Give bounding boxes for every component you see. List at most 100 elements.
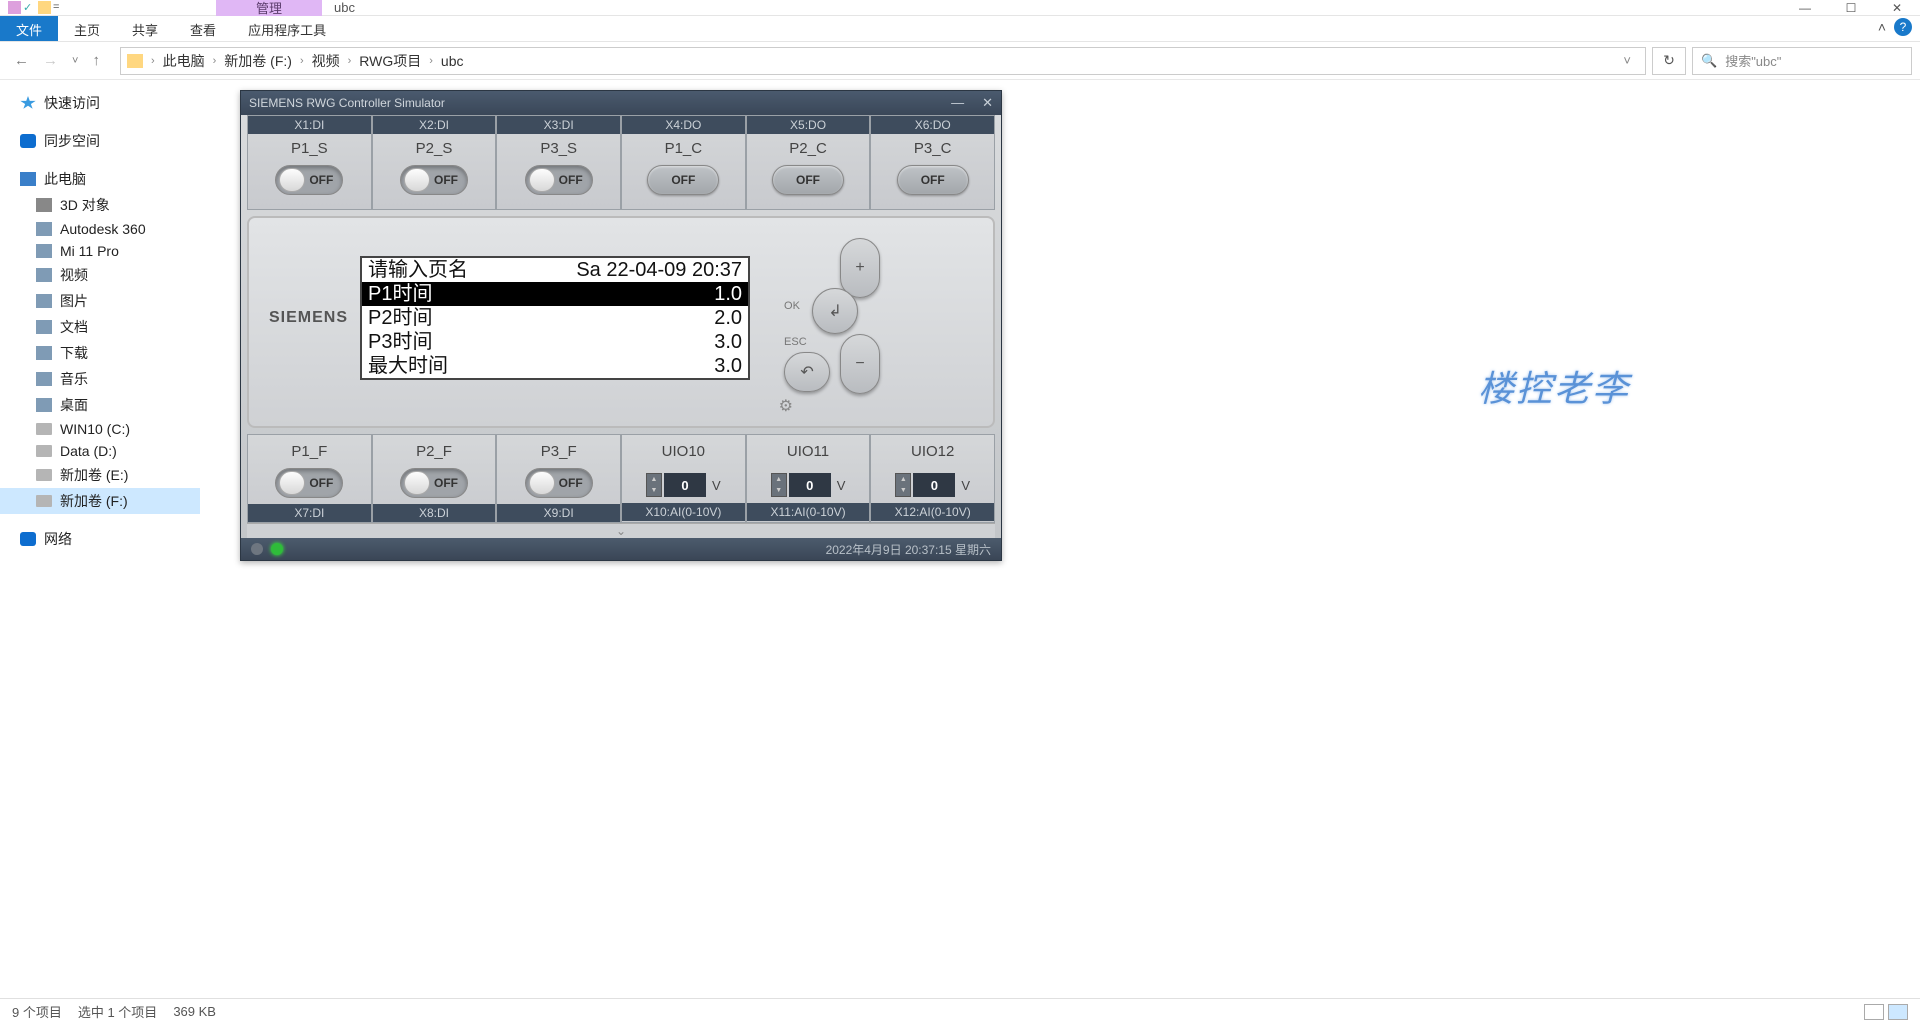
nav-recent-dropdown[interactable]: ˅: [72, 55, 78, 67]
address-history-dropdown[interactable]: ˅: [1615, 53, 1639, 68]
watermark-text: 楼控老李: [1478, 360, 1630, 412]
qat-customize-icon[interactable]: =: [53, 1, 66, 14]
minimize-button[interactable]: —: [1782, 0, 1828, 16]
nav-up-button[interactable]: ↑: [92, 52, 100, 69]
star-icon: [20, 96, 36, 110]
siemens-logo: SIEMENS: [269, 309, 348, 327]
sidebar-network[interactable]: 网络: [0, 526, 200, 552]
dpad-esc-button[interactable]: ↶: [784, 352, 830, 392]
ribbon-tab-apptools[interactable]: 应用程序工具: [232, 16, 342, 41]
sync-icon: [20, 134, 36, 148]
content-pane[interactable]: 楼控老李 SIEMENS RWG Controller Simulator — …: [200, 80, 1920, 998]
lcd-row-4[interactable]: 最大时间3.0: [362, 354, 748, 378]
dpad-ok-button[interactable]: ↲: [812, 288, 858, 334]
spinner-uio12[interactable]: ▲▼0V: [895, 473, 970, 497]
spinner-uio11[interactable]: ▲▼0V: [771, 473, 846, 497]
ribbon-tab-home[interactable]: 主页: [58, 16, 116, 41]
ribbon-tab-view[interactable]: 查看: [174, 16, 232, 41]
toggle-p3f[interactable]: OFF: [525, 468, 593, 498]
io-cell-x8: P2_F OFF X8:DI: [372, 434, 497, 523]
io-cell-x11: UIO11 ▲▼0V X11:AI(0-10V): [746, 434, 871, 523]
help-icon[interactable]: ?: [1894, 18, 1912, 36]
folder-icon: [127, 54, 143, 68]
device-icon: [36, 244, 52, 258]
toggle-p2f[interactable]: OFF: [400, 468, 468, 498]
sidebar-thispc[interactable]: 此电脑: [0, 166, 200, 192]
crumb-current[interactable]: ubc: [441, 53, 464, 69]
button-p3c[interactable]: OFF: [897, 165, 969, 195]
ribbon-tab-share[interactable]: 共享: [116, 16, 174, 41]
sidebar-item-mi11[interactable]: Mi 11 Pro: [0, 240, 200, 262]
crumb-project[interactable]: RWG项目›: [359, 51, 433, 71]
view-large-button[interactable]: [1888, 1004, 1908, 1020]
status-selected: 选中 1 个项目: [78, 1002, 157, 1021]
sidebar-item-video[interactable]: 视频: [0, 262, 200, 288]
lcd-screen: 请输入页名 Sa 22-04-09 20:37 P1时间1.0 P2时间2.0 …: [360, 256, 750, 380]
address-bar[interactable]: › 此电脑› 新加卷 (F:)› 视频› RWG项目› ubc ˅: [120, 47, 1646, 75]
io-label: P1_F: [248, 443, 371, 460]
crumb-drive[interactable]: 新加卷 (F:)›: [224, 51, 303, 71]
sim-minimize-button[interactable]: —: [951, 95, 964, 111]
qat-folder-icon[interactable]: [38, 1, 51, 14]
sidebar-item-autodesk[interactable]: Autodesk 360: [0, 218, 200, 240]
nav-back-button[interactable]: ←: [14, 52, 29, 69]
sidebar-sync[interactable]: 同步空间: [0, 128, 200, 154]
sidebar-item-drive-e[interactable]: 新加卷 (E:): [0, 462, 200, 488]
button-p1c[interactable]: OFF: [647, 165, 719, 195]
lcd-row-1[interactable]: P1时间1.0: [362, 282, 748, 306]
crumb-pc[interactable]: 此电脑›: [163, 51, 217, 71]
port-label: X5:DO: [747, 116, 870, 134]
sidebar-item-drive-c[interactable]: WIN10 (C:): [0, 418, 200, 440]
sidebar-item-music[interactable]: 音乐: [0, 366, 200, 392]
nav-pane: 快速访问 同步空间 此电脑 3D 对象 Autodesk 360 Mi 11 P…: [0, 80, 200, 998]
io-label: P3_S: [497, 140, 620, 157]
toggle-p3s[interactable]: OFF: [525, 165, 593, 195]
io-cell-x10: UIO10 ▲▼0V X10:AI(0-10V): [621, 434, 746, 523]
io-label: P2_C: [747, 140, 870, 157]
sidebar-item-3d[interactable]: 3D 对象: [0, 192, 200, 218]
lcd-row-3[interactable]: P3时间3.0: [362, 330, 748, 354]
io-cell-x2: X2:DI P2_S OFF: [372, 115, 497, 210]
sidebar-item-pictures[interactable]: 图片: [0, 288, 200, 314]
sim-window-controls: — ✕: [951, 95, 993, 111]
sim-close-button[interactable]: ✕: [982, 95, 993, 111]
sidebar-item-downloads[interactable]: 下载: [0, 340, 200, 366]
sidebar-item-desktop[interactable]: 桌面: [0, 392, 200, 418]
network-icon: [20, 532, 36, 546]
disk-icon: [36, 469, 52, 481]
sidebar-item-documents[interactable]: 文档: [0, 314, 200, 340]
led-gray: [251, 543, 263, 555]
toggle-p1f[interactable]: OFF: [275, 468, 343, 498]
sidebar-quickaccess[interactable]: 快速访问: [0, 90, 200, 116]
dpad-up-button[interactable]: +: [840, 238, 880, 298]
view-switcher: [1864, 1004, 1908, 1020]
esc-label: ESC: [784, 336, 807, 348]
expand-chevron[interactable]: ⌄: [247, 523, 995, 538]
disk-icon: [36, 495, 52, 507]
sidebar-item-drive-d[interactable]: Data (D:): [0, 440, 200, 462]
ribbon-file-tab[interactable]: 文件: [0, 16, 58, 41]
search-box[interactable]: 🔍 搜索"ubc": [1692, 47, 1912, 75]
dpad-down-button[interactable]: −: [840, 334, 880, 394]
nav-forward-button[interactable]: →: [43, 52, 58, 69]
lcd-row-2[interactable]: P2时间2.0: [362, 306, 748, 330]
button-p2c[interactable]: OFF: [772, 165, 844, 195]
sidebar-item-drive-f[interactable]: 新加卷 (F:): [0, 488, 200, 514]
io-label: P2_F: [373, 443, 496, 460]
io-cell-x9: P3_F OFF X9:DI: [496, 434, 621, 523]
qat-save-icon[interactable]: ✓: [23, 1, 36, 14]
gear-icon[interactable]: ⚙: [779, 396, 793, 416]
downloads-icon: [36, 346, 52, 360]
maximize-button[interactable]: ☐: [1828, 0, 1874, 16]
crumb-video[interactable]: 视频›: [312, 51, 352, 71]
refresh-button[interactable]: ↻: [1652, 47, 1686, 75]
close-button[interactable]: ✕: [1874, 0, 1920, 16]
ribbon-collapse-icon[interactable]: ˄: [1878, 19, 1886, 35]
sim-titlebar[interactable]: SIEMENS RWG Controller Simulator — ✕: [241, 91, 1001, 115]
toggle-p2s[interactable]: OFF: [400, 165, 468, 195]
toggle-p1s[interactable]: OFF: [275, 165, 343, 195]
io-label: UIO10: [622, 443, 745, 460]
spinner-uio10[interactable]: ▲▼0V: [646, 473, 721, 497]
io-cell-x6: X6:DO P3_C OFF: [870, 115, 995, 210]
view-details-button[interactable]: [1864, 1004, 1884, 1020]
